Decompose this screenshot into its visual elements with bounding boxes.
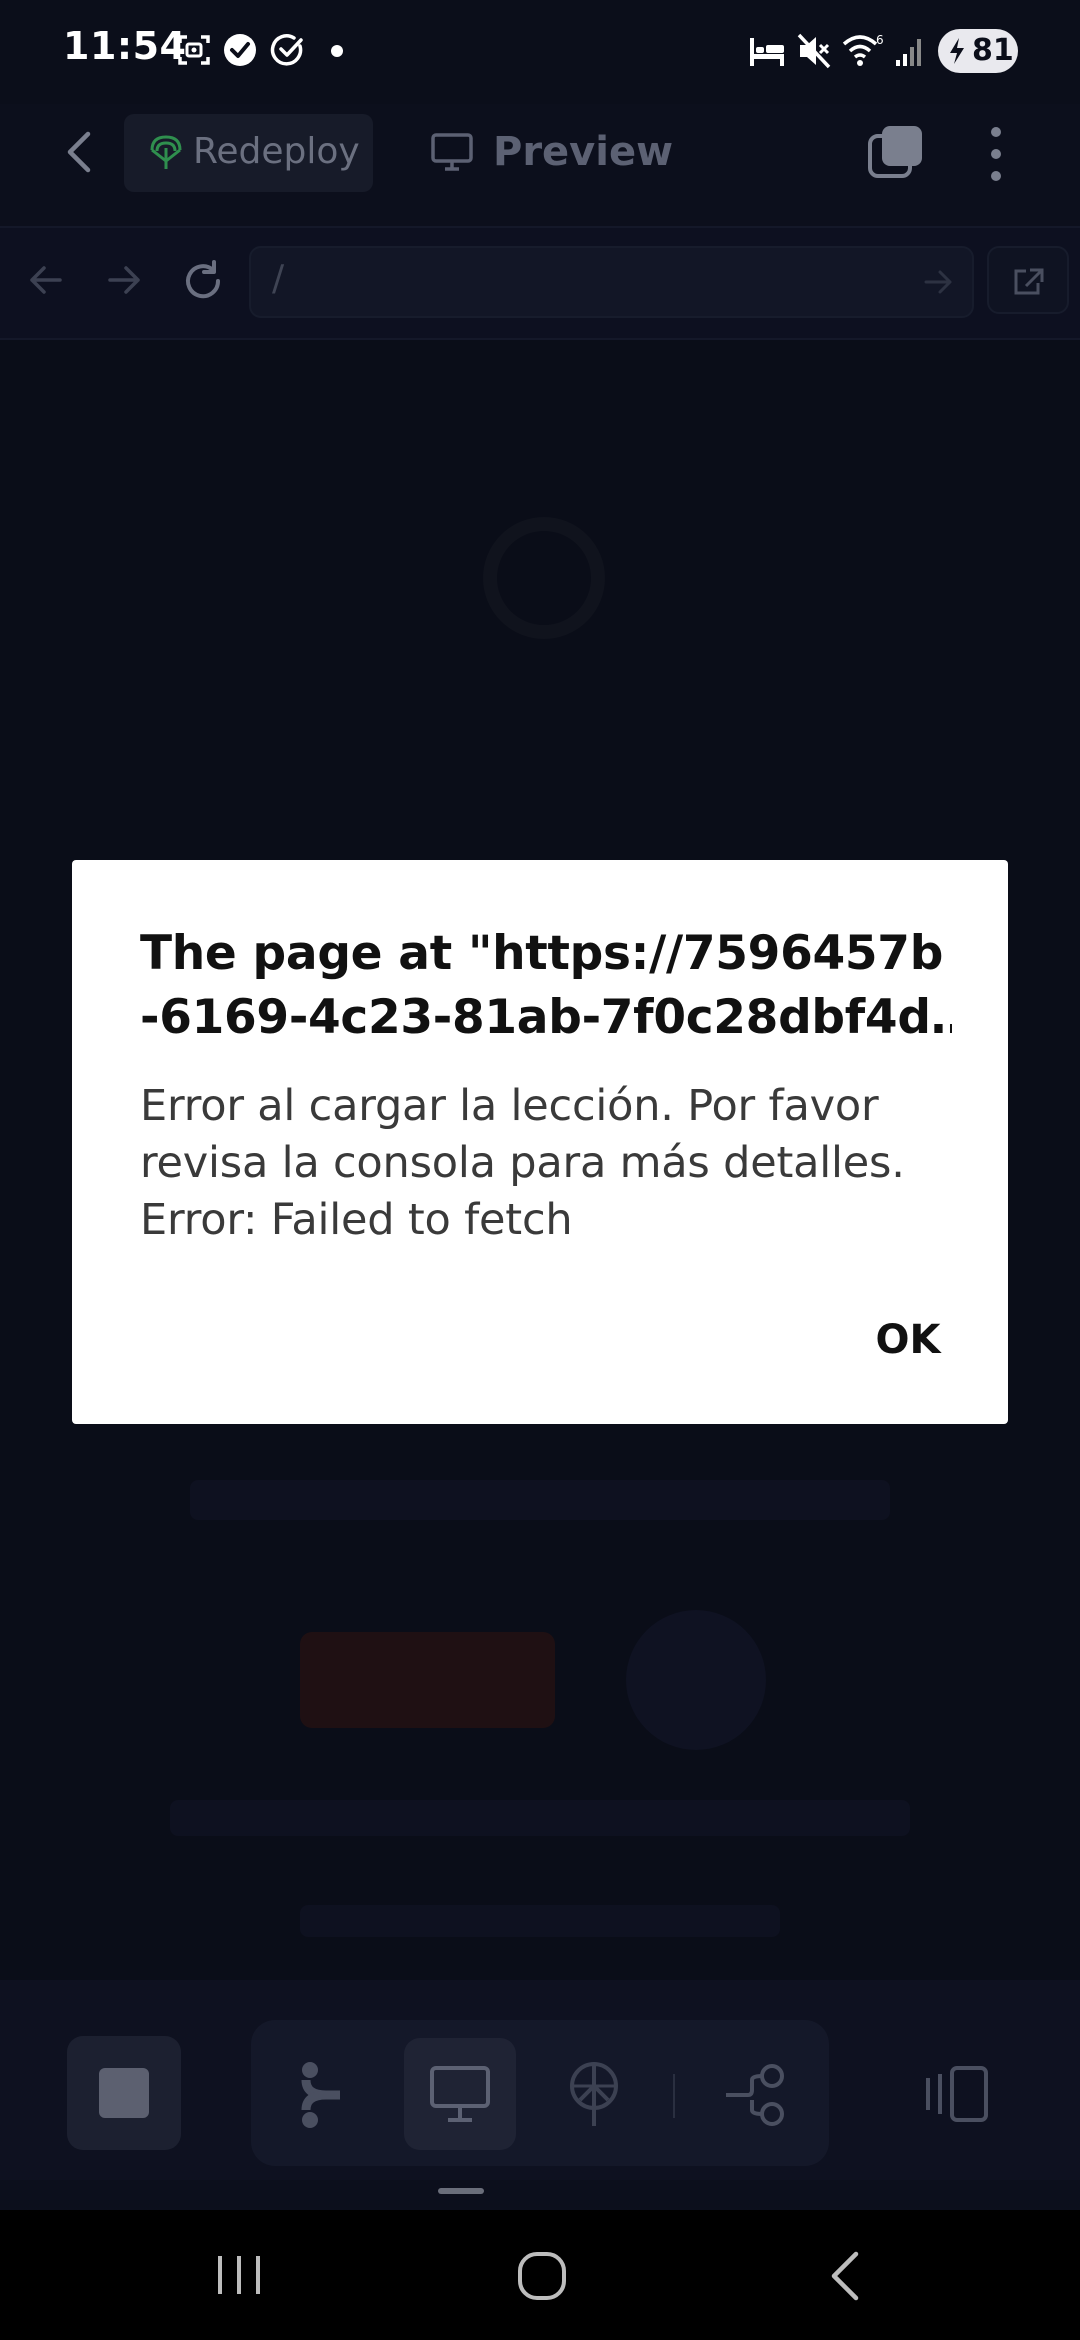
wifi-6-icon: 6: [842, 33, 884, 66]
status-time: 11:54: [63, 24, 187, 68]
screenshot-icon: [178, 35, 210, 65]
home-icon[interactable]: [516, 2250, 568, 2302]
deploy-icon[interactable]: [566, 2060, 622, 2130]
dot-icon: [331, 45, 343, 57]
screen: 11:54 6 81 Redeploy Preview / The page a…: [0, 0, 1080, 2340]
dialog-title-line: The page at "https://7596457b: [140, 926, 944, 981]
dialog-title: The page at "https://7596457b -6169-4c23…: [140, 922, 952, 1050]
redeploy-label: Redeploy: [193, 131, 360, 172]
status-bar: 11:54 6 81: [0, 0, 1080, 104]
redeploy-icon: [150, 135, 182, 169]
url-text: /: [272, 258, 285, 299]
stop-button[interactable]: [67, 2036, 181, 2150]
dialog-message-line: Error al cargar la lección. Por favor: [140, 1081, 879, 1131]
check-circle-outline-icon: [270, 34, 303, 66]
check-circle-filled-icon: [224, 34, 256, 66]
dialog-title-line: -6169-4c23-81ab-7f0c28dbf4d…: [140, 990, 952, 1045]
recent-apps-icon[interactable]: [214, 2252, 264, 2298]
mute-icon: [797, 33, 831, 69]
page-text-placeholder: [170, 1800, 910, 1836]
page-text-placeholder: [190, 1480, 890, 1520]
page-primary-button: [300, 1632, 555, 1728]
url-input[interactable]: [249, 246, 974, 318]
git-branch-icon[interactable]: [722, 2062, 790, 2128]
nav-back-icon[interactable]: [826, 2250, 866, 2302]
toolbar-divider: [673, 2074, 675, 2118]
loading-spinner: [483, 517, 605, 639]
tabs-icon[interactable]: [866, 122, 926, 182]
more-vertical-icon[interactable]: [986, 124, 1006, 184]
page-text-placeholder: [300, 1905, 780, 1937]
battery-indicator: 81: [938, 29, 1018, 73]
battery-level: 81: [972, 33, 1014, 68]
bed-icon: [750, 38, 784, 66]
monitor-icon: [431, 133, 473, 171]
dialog-message-line: revisa la consola para más detalles.: [140, 1138, 905, 1188]
split-view-icon[interactable]: [922, 2064, 992, 2124]
ok-button[interactable]: OK: [848, 1300, 968, 1380]
agent-icon[interactable]: [296, 2060, 348, 2130]
back-chevron-icon[interactable]: [60, 128, 100, 176]
preview-tab[interactable]: Preview: [493, 129, 673, 175]
toolbar-handle: [438, 2188, 484, 2194]
page-secondary-button: [626, 1610, 766, 1750]
browser-back-icon[interactable]: [26, 262, 66, 298]
go-arrow-icon[interactable]: [922, 268, 954, 296]
reload-icon[interactable]: [180, 258, 226, 304]
signal-icon: [896, 39, 921, 66]
alert-dialog: The page at "https://7596457b -6169-4c23…: [72, 860, 1008, 1424]
dialog-message: Error al cargar la lección. Por favor re…: [140, 1078, 960, 1249]
browser-forward-icon[interactable]: [104, 262, 144, 298]
stop-icon: [99, 2068, 149, 2118]
monitor-tool-icon: [430, 2066, 490, 2122]
open-external-icon: [1014, 268, 1044, 295]
charging-icon: [950, 38, 964, 64]
dialog-message-line: Error: Failed to fetch: [140, 1195, 573, 1245]
svg-text:6: 6: [876, 33, 884, 47]
